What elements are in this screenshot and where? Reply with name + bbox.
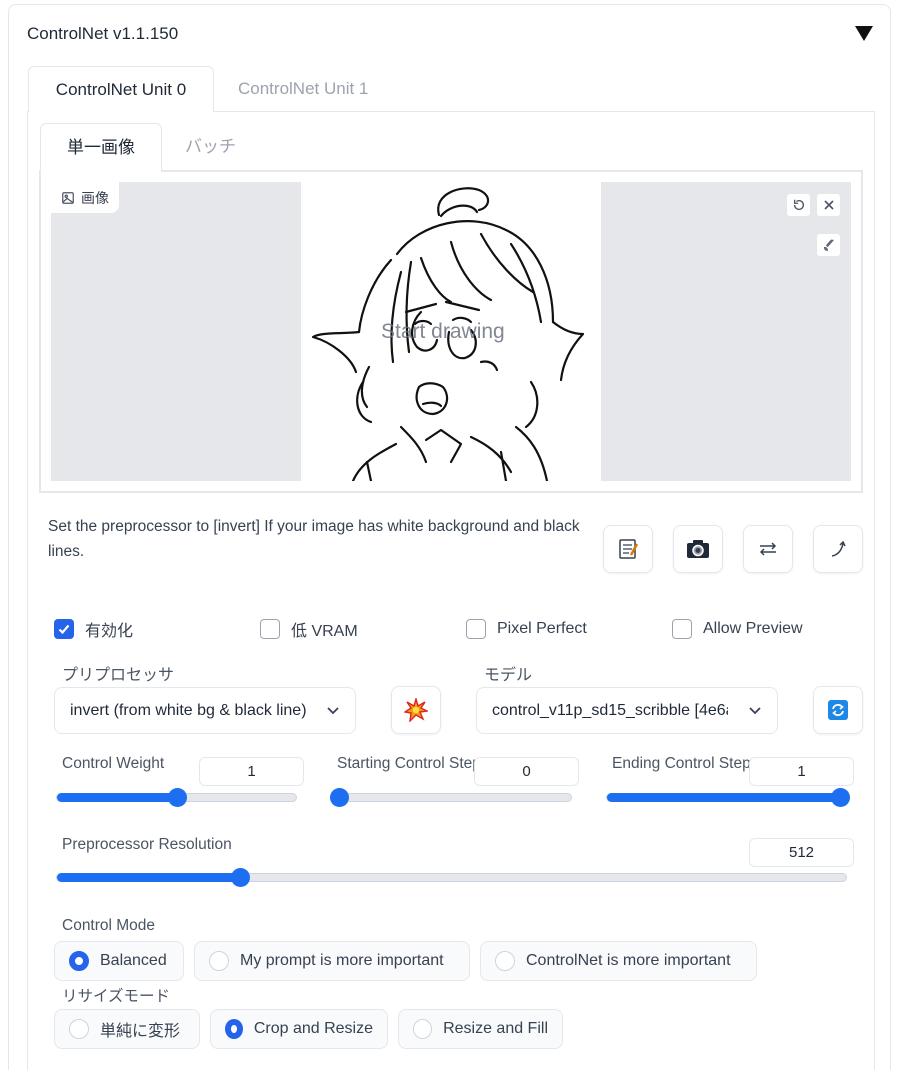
checkbox-pixel-perfect[interactable]: Pixel Perfect <box>466 619 587 639</box>
checkbox-allow-preview[interactable]: Allow Preview <box>672 619 803 639</box>
chevron-down-icon <box>327 707 339 715</box>
control-mode-balanced-label: Balanced <box>100 952 167 969</box>
preprocessor-resolution-label: Preprocessor Resolution <box>62 836 232 853</box>
model-select[interactable]: control_v11p_sd15_scribble [4e6af23e] <box>476 687 778 734</box>
checkbox-low-vram-box[interactable] <box>260 619 280 639</box>
refresh-icon <box>828 700 848 720</box>
explosion-icon <box>404 698 428 722</box>
swap-arrows-icon[interactable] <box>743 525 793 573</box>
control-mode-prompt[interactable]: My prompt is more important <box>194 941 470 981</box>
radio-prompt-important[interactable] <box>209 951 229 971</box>
refresh-models-button[interactable] <box>813 686 863 734</box>
ending-step-thumb[interactable] <box>831 788 850 807</box>
ending-step-fill <box>607 793 848 802</box>
checkbox-low-vram-label: 低 VRAM <box>291 623 358 640</box>
chevron-down-icon <box>749 707 761 715</box>
camera-icon[interactable] <box>673 525 723 573</box>
canvas-letterbox-right <box>601 182 851 481</box>
resize-mode-label: リサイズモード <box>62 988 171 1005</box>
checkbox-enable-box[interactable] <box>54 619 74 639</box>
tab-controlnet-unit-0[interactable]: ControlNet Unit 0 <box>28 66 214 113</box>
preprocessor-resolution-input[interactable]: 512 <box>749 838 854 867</box>
control-weight-fill <box>57 793 179 802</box>
control-mode-controlnet[interactable]: ControlNet is more important <box>480 941 757 981</box>
tab-single-image[interactable]: 単一画像 <box>40 123 162 172</box>
preprocessor-select[interactable]: invert (from white bg & black line) <box>54 687 356 734</box>
image-input-label: 画像 <box>51 182 119 213</box>
resize-mode-just-resize-label: 単純に変形 <box>100 1023 181 1040</box>
brush-icon[interactable] <box>816 233 841 257</box>
starting-step-label: Starting Control Step <box>337 755 475 772</box>
preprocessor-resolution-thumb[interactable] <box>231 868 250 887</box>
control-weight-label: Control Weight <box>62 755 165 772</box>
checkbox-low-vram[interactable]: 低 VRAM <box>260 619 358 640</box>
radio-just-resize[interactable] <box>69 1019 89 1039</box>
control-weight-thumb[interactable] <box>168 788 187 807</box>
model-label: モデル <box>484 667 533 684</box>
checkbox-enable[interactable]: 有効化 <box>54 619 134 640</box>
close-icon[interactable] <box>816 193 841 217</box>
model-value: control_v11p_sd15_scribble [4e6af23e] <box>492 701 728 719</box>
collapse-triangle-icon[interactable] <box>855 26 873 41</box>
preprocessor-label: プリプロセッサ <box>62 667 175 684</box>
control-weight-input[interactable]: 1 <box>199 757 304 786</box>
start-drawing-overlay: Start drawing <box>381 320 505 343</box>
image-input-label-text: 画像 <box>81 189 109 206</box>
radio-crop-and-resize[interactable] <box>225 1019 243 1039</box>
control-mode-controlnet-label: ControlNet is more important <box>526 952 731 969</box>
undo-icon[interactable] <box>786 193 811 217</box>
preprocessor-hint: Set the preprocessor to [invert] If your… <box>48 518 580 560</box>
starting-step-slider[interactable] <box>330 788 572 807</box>
checkbox-allow-preview-label: Allow Preview <box>703 620 803 637</box>
canvas-letterbox-left <box>51 182 301 481</box>
resize-mode-resize-and-fill[interactable]: Resize and Fill <box>398 1009 563 1049</box>
preprocessor-resolution-fill <box>57 873 242 882</box>
resize-mode-crop-and-resize-label: Crop and Resize <box>253 1020 373 1037</box>
notepad-icon[interactable] <box>603 525 653 573</box>
tab-controlnet-unit-1[interactable]: ControlNet Unit 1 <box>238 66 368 113</box>
accordion-title[interactable]: ControlNet v1.1.150 <box>27 24 178 44</box>
radio-resize-and-fill[interactable] <box>413 1019 433 1039</box>
checkbox-pixel-perfect-label: Pixel Perfect <box>497 620 587 637</box>
resize-mode-crop-and-resize[interactable]: Crop and Resize <box>210 1009 388 1049</box>
ending-step-input[interactable]: 1 <box>749 757 854 786</box>
control-mode-balanced[interactable]: Balanced <box>54 941 184 981</box>
checkbox-pixel-perfect-box[interactable] <box>466 619 486 639</box>
control-weight-slider[interactable] <box>56 788 297 807</box>
radio-balanced[interactable] <box>69 951 89 971</box>
ending-step-label: Ending Control Step <box>612 755 750 772</box>
starting-step-input[interactable]: 0 <box>474 757 579 786</box>
tab-batch[interactable]: バッチ <box>185 123 236 172</box>
checkbox-enable-label: 有効化 <box>85 623 134 640</box>
resize-mode-resize-and-fill-label: Resize and Fill <box>443 1020 548 1037</box>
radio-controlnet-important[interactable] <box>495 951 515 971</box>
checkbox-allow-preview-box[interactable] <box>672 619 692 639</box>
control-mode-prompt-label: My prompt is more important <box>240 952 444 969</box>
resize-mode-just-resize[interactable]: 単純に変形 <box>54 1009 200 1049</box>
curved-arrow-icon[interactable] <box>813 525 863 573</box>
image-icon <box>62 191 74 204</box>
ending-step-slider[interactable] <box>606 788 850 807</box>
starting-step-thumb[interactable] <box>330 788 349 807</box>
preprocessor-value: invert (from white bg & black line) <box>70 701 307 719</box>
preprocessor-resolution-slider[interactable] <box>56 868 847 887</box>
control-mode-label: Control Mode <box>62 917 156 934</box>
run-preprocessor-button[interactable] <box>391 686 441 734</box>
